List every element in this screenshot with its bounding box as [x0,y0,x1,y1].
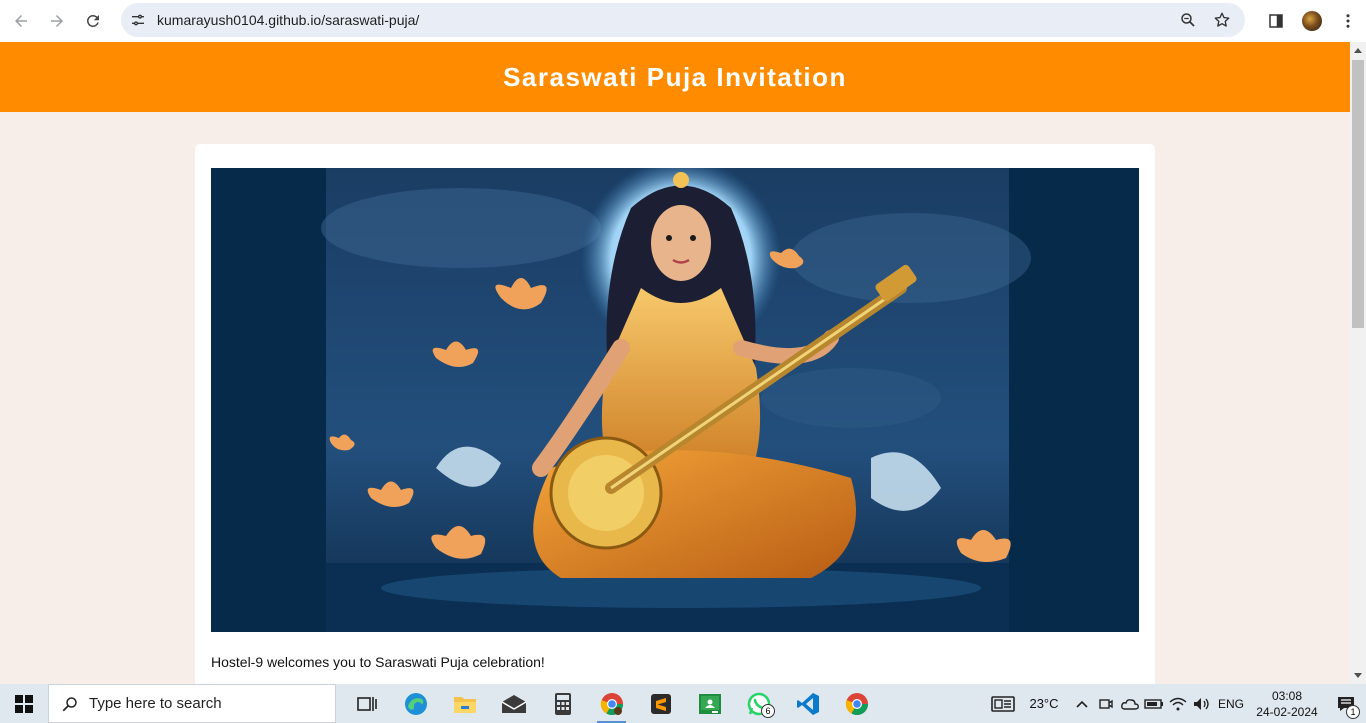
menu-kebab-icon[interactable] [1330,3,1366,39]
vscode-icon[interactable] [783,684,832,723]
invitation-card: Hostel-9 welcomes you to Saraswati Puja … [195,144,1155,684]
file-explorer-icon[interactable] [440,684,489,723]
browser-toolbar: kumarayush0104.github.io/saraswati-puja/ [0,0,1366,42]
url-text[interactable]: kumarayush0104.github.io/saraswati-puja/ [157,12,419,28]
scroll-up-arrow-icon[interactable] [1350,42,1366,58]
sublime-icon[interactable] [636,684,685,723]
clock-date: 24-02-2024 [1256,704,1318,719]
mail-icon[interactable] [489,684,538,723]
volume-icon[interactable] [1190,684,1214,723]
back-button[interactable] [4,4,38,38]
start-button[interactable] [0,684,48,723]
classroom-icon[interactable] [685,684,734,723]
page-scrollbar[interactable] [1350,42,1366,684]
language-indicator[interactable]: ENG [1214,684,1248,723]
bookmark-star-icon[interactable] [1207,5,1237,35]
calculator-icon[interactable] [538,684,587,723]
reload-icon [86,14,99,27]
address-bar[interactable]: kumarayush0104.github.io/saraswati-puja/ [121,3,1245,37]
page-title: Saraswati Puja Invitation [503,61,847,92]
taskbar-search-box[interactable]: Type here to search [48,684,336,723]
arrow-right-icon [51,15,63,27]
welcome-message: Hostel-9 welcomes you to Saraswati Puja … [211,654,545,670]
web-page: Saraswati Puja Invitation Hostel-9 welco… [0,42,1350,684]
site-header: Saraswati Puja Invitation [0,42,1350,112]
chrome-profile-icon[interactable] [587,684,636,723]
wifi-icon[interactable] [1166,684,1190,723]
clock[interactable]: 03:08 24-02-2024 [1248,684,1326,723]
notification-center-icon[interactable]: 1 [1326,684,1366,723]
reload-button[interactable] [76,4,110,38]
site-info-icon[interactable] [121,3,155,37]
profile-avatar[interactable] [1294,3,1330,39]
windows-taskbar: Type here to search 6 23°C ENG 03:08 24-… [0,684,1366,723]
weather-temp[interactable]: 23°C [1018,684,1070,723]
meet-icon[interactable] [1094,684,1118,723]
battery-icon[interactable] [1142,684,1166,723]
clock-time: 03:08 [1271,688,1303,703]
onedrive-icon[interactable] [1118,684,1142,723]
notification-badge: 1 [1346,705,1360,719]
whatsapp-icon[interactable]: 6 [734,684,783,723]
tray-overflow-chevron-icon[interactable] [1070,684,1094,723]
scroll-down-arrow-icon[interactable] [1350,668,1366,684]
arrow-left-icon [15,15,27,27]
search-icon [62,696,77,711]
windows-logo-icon [15,694,33,713]
scroll-thumb[interactable] [1352,60,1364,328]
search-placeholder: Type here to search [89,695,222,712]
task-view-icon[interactable] [342,684,391,723]
whatsapp-badge: 6 [761,704,775,718]
edge-icon[interactable] [391,684,440,723]
zoom-icon[interactable] [1173,5,1203,35]
weather-icon[interactable] [988,684,1018,723]
forward-button[interactable] [40,4,74,38]
side-panel-icon[interactable] [1258,3,1294,39]
saraswati-image [211,168,1139,632]
chrome-icon[interactable] [832,684,881,723]
